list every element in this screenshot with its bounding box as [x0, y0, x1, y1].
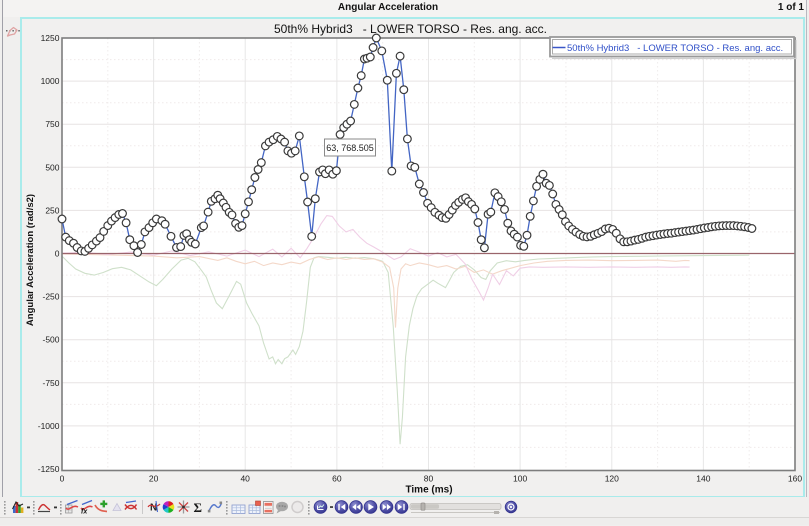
svg-text:Angular Acceleration (rad/s2): Angular Acceleration (rad/s2): [25, 194, 36, 326]
svg-text:120: 120: [605, 474, 619, 484]
svg-text:fx: fx: [81, 509, 88, 516]
svg-text:250: 250: [45, 205, 59, 215]
svg-text:60: 60: [332, 474, 342, 484]
svg-text:80: 80: [424, 474, 434, 484]
svg-text:140: 140: [696, 474, 710, 484]
svg-text:100: 100: [513, 474, 527, 484]
svg-text:50th% Hybrid3 - LOWER TORSO: 50th% Hybrid3 - LOWER TORSO - Res. ang. …: [567, 43, 783, 54]
svg-text:750: 750: [45, 119, 59, 129]
svg-text:20: 20: [149, 474, 159, 484]
svg-text:1250: 1250: [41, 33, 60, 43]
svg-text:-250: -250: [42, 292, 59, 302]
svg-text:0: 0: [60, 474, 65, 484]
svg-text:500: 500: [45, 162, 59, 172]
svg-text:40: 40: [240, 474, 250, 484]
svg-text:1000: 1000: [41, 76, 60, 86]
svg-text:-1250: -1250: [38, 464, 60, 474]
svg-text:-750: -750: [42, 378, 59, 388]
svg-text:63, 768.505: 63, 768.505: [326, 143, 374, 153]
svg-text:160: 160: [788, 474, 802, 484]
svg-text:-1000: -1000: [38, 421, 60, 431]
svg-text:-500: -500: [42, 335, 59, 345]
svg-text:Σ: Σ: [194, 500, 203, 515]
svg-text:0: 0: [55, 249, 60, 259]
svg-text:Time (ms): Time (ms): [405, 485, 452, 496]
